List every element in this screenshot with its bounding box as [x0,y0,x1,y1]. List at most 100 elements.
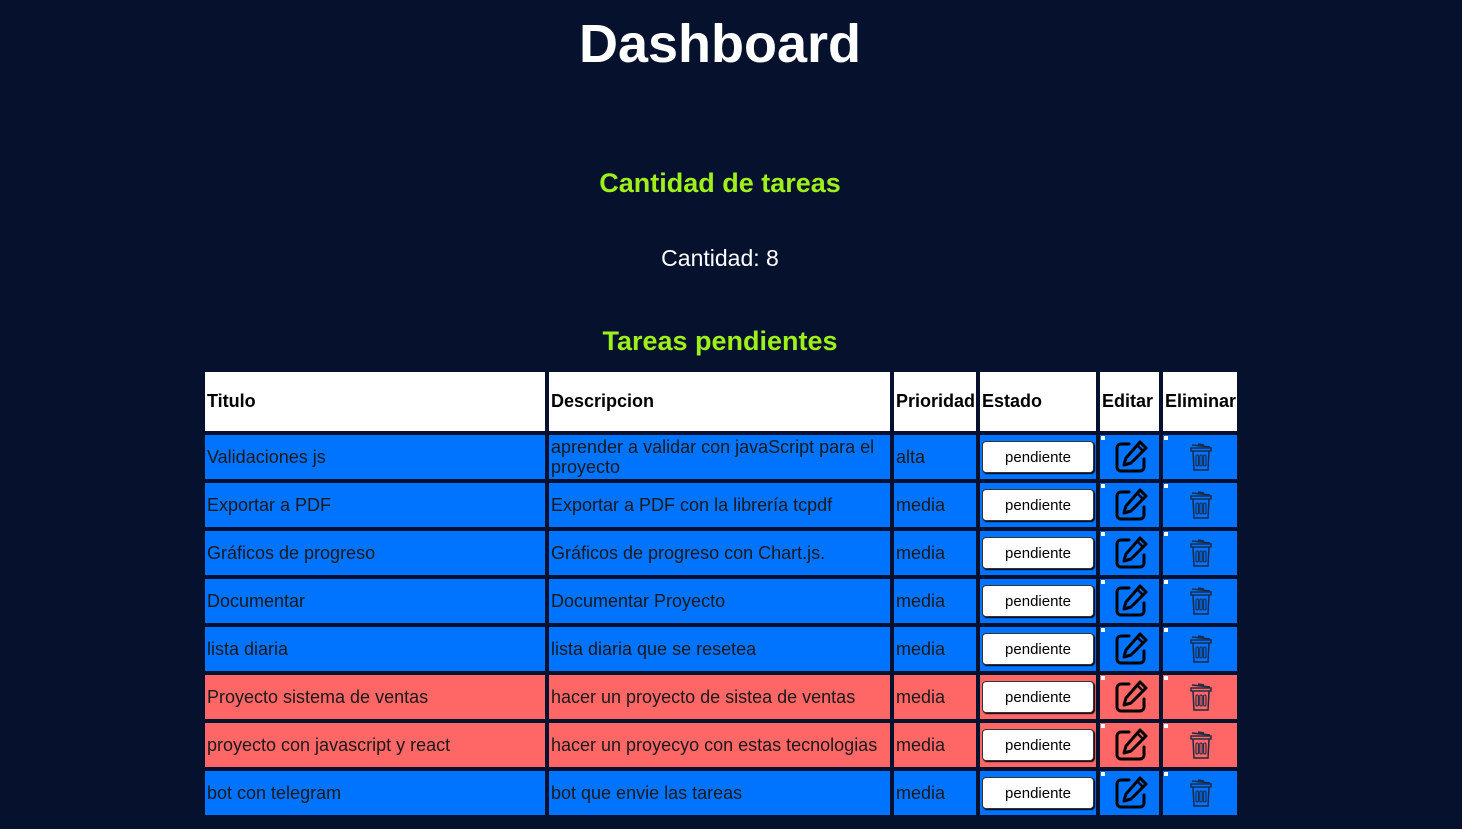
edit-cell [1100,579,1159,623]
trash-can-icon[interactable] [1188,538,1214,568]
trash-can-icon[interactable] [1188,490,1214,520]
edit-icon[interactable] [1113,727,1149,763]
edit-cell [1100,675,1159,719]
delete-cell [1163,723,1237,767]
select-marker [1101,484,1105,488]
task-description-cell: hacer un proyecyo con estas tecnologias [549,723,890,767]
task-status-cell: pendiente [980,435,1096,479]
task-priority-cell: media [894,723,976,767]
edit-cell [1100,435,1159,479]
column-header-titulo: Titulo [205,372,545,431]
delete-cell [1163,627,1237,671]
status-button[interactable]: pendiente [982,681,1094,713]
status-button[interactable]: pendiente [982,729,1094,761]
edit-cell [1100,627,1159,671]
task-count-text: Cantidad: 8 [661,245,779,271]
edit-icon[interactable] [1113,583,1149,619]
task-title-cell: lista diaria [205,627,545,671]
edit-icon[interactable] [1113,775,1149,811]
table-row: Gráficos de progreso Gráficos de progres… [205,531,1237,575]
trash-can-icon[interactable] [1188,778,1214,808]
task-title-cell: Exportar a PDF [205,483,545,527]
edit-icon[interactable] [1113,487,1149,523]
status-button[interactable]: pendiente [982,633,1094,665]
edit-icon[interactable] [1113,439,1149,475]
edit-cell [1100,531,1159,575]
pending-tasks-table: Titulo Descripcion Prioridad Estado Edit… [201,368,1241,819]
trash-can-icon[interactable] [1188,586,1214,616]
task-priority-cell: media [894,771,976,815]
task-status-cell: pendiente [980,675,1096,719]
task-status-cell: pendiente [980,771,1096,815]
status-button[interactable]: pendiente [982,537,1094,569]
table-row: lista diaria lista diaria que se resetea… [205,627,1237,671]
column-header-estado: Estado [980,372,1096,431]
select-marker [1101,724,1105,728]
task-description-cell: aprender a validar con javaScript para e… [549,435,890,479]
status-button[interactable]: pendiente [982,489,1094,521]
table-row: bot con telegram bot que envie las tarea… [205,771,1237,815]
column-header-prioridad: Prioridad [894,372,976,431]
task-status-cell: pendiente [980,531,1096,575]
page-title: Dashboard [578,14,862,74]
status-button[interactable]: pendiente [982,585,1094,617]
select-marker [1164,676,1168,680]
task-priority-cell: alta [894,435,976,479]
trash-can-icon[interactable] [1188,442,1214,472]
task-status-cell: pendiente [980,579,1096,623]
edit-cell [1100,723,1159,767]
column-header-eliminar: Eliminar [1163,372,1237,431]
task-priority-cell: media [894,579,976,623]
select-marker [1164,772,1168,776]
select-marker [1164,628,1168,632]
task-title-cell: Documentar [205,579,545,623]
select-marker [1164,580,1168,584]
delete-cell [1163,531,1237,575]
task-status-cell: pendiente [980,627,1096,671]
task-description-cell: Documentar Proyecto [549,579,890,623]
status-button[interactable]: pendiente [982,441,1094,473]
select-marker [1101,532,1105,536]
status-button[interactable]: pendiente [982,777,1094,809]
edit-icon[interactable] [1113,535,1149,571]
select-marker [1164,436,1168,440]
table-row: proyecto con javascript y react hacer un… [205,723,1237,767]
trash-can-icon[interactable] [1188,682,1214,712]
table-header-row: Titulo Descripcion Prioridad Estado Edit… [205,372,1237,431]
task-title-cell: bot con telegram [205,771,545,815]
edit-cell [1100,771,1159,815]
task-description-cell: lista diaria que se resetea [549,627,890,671]
task-title-cell: Gráficos de progreso [205,531,545,575]
table-row: Validaciones js aprender a validar con j… [205,435,1237,479]
table-row: Exportar a PDF Exportar a PDF con la lib… [205,483,1237,527]
task-priority-cell: media [894,483,976,527]
edit-icon[interactable] [1113,679,1149,715]
trash-can-icon[interactable] [1188,730,1214,760]
table-row: Proyecto sistema de ventas hacer un proy… [205,675,1237,719]
edit-cell [1100,483,1159,527]
task-description-cell: bot que envie las tareas [549,771,890,815]
select-marker [1101,628,1105,632]
trash-can-icon[interactable] [1188,634,1214,664]
column-header-descripcion: Descripcion [549,372,890,431]
edit-icon[interactable] [1113,631,1149,667]
task-count-heading: Cantidad de tareas [599,168,841,198]
task-title-cell: Proyecto sistema de ventas [205,675,545,719]
task-description-cell: Exportar a PDF con la librería tcpdf [549,483,890,527]
delete-cell [1163,483,1237,527]
task-description-cell: Gráficos de progreso con Chart.js. [549,531,890,575]
select-marker [1164,532,1168,536]
task-title-cell: Validaciones js [205,435,545,479]
column-header-editar: Editar [1100,372,1159,431]
select-marker [1164,724,1168,728]
table-row: Documentar Documentar Proyecto media pen… [205,579,1237,623]
task-title-cell: proyecto con javascript y react [205,723,545,767]
task-status-cell: pendiente [980,723,1096,767]
delete-cell [1163,675,1237,719]
select-marker [1101,580,1105,584]
pending-tasks-heading: Tareas pendientes [602,326,838,356]
select-marker [1101,772,1105,776]
task-priority-cell: media [894,531,976,575]
task-priority-cell: media [894,675,976,719]
select-marker [1101,676,1105,680]
